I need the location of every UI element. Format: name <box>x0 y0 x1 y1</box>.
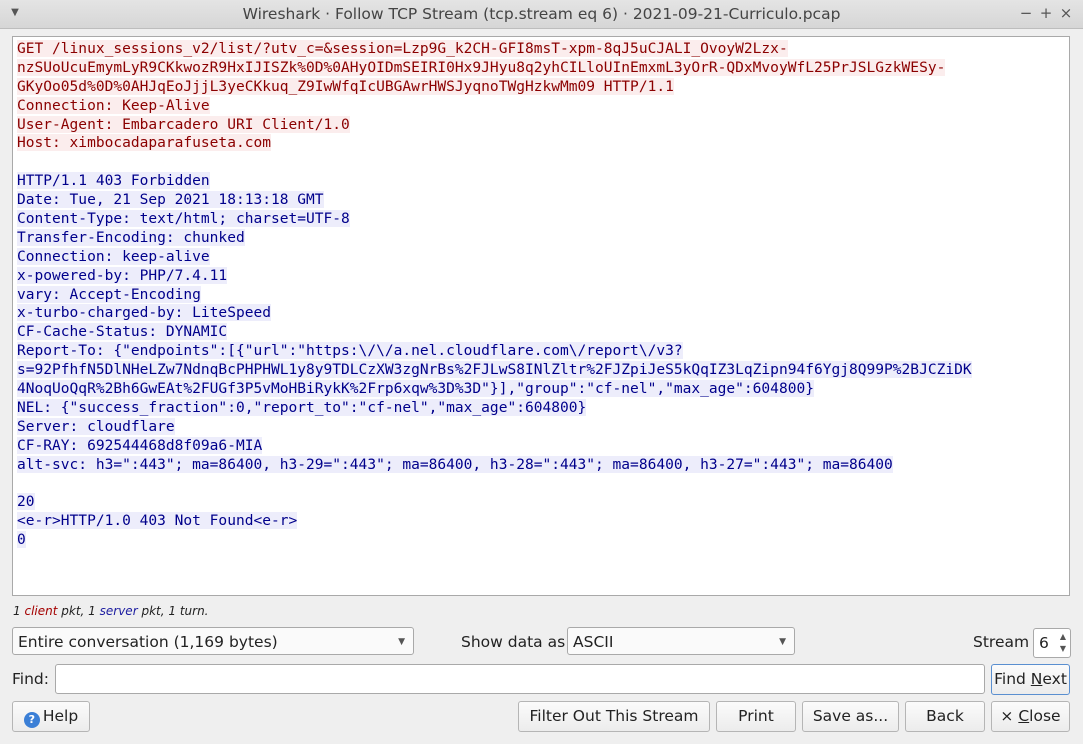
stream-number-value: 6 <box>1039 634 1049 652</box>
minimize-icon[interactable]: − <box>1018 4 1034 22</box>
stream-line-server: 4NoqUoQqR%2Bh6GwEAt%2FUGf3P5vMoHBiRykK%2… <box>17 380 972 399</box>
stream-line-client: nzSUoUcuEmymLyR9CKkwozR9HxIJISZk%0D%0AHy… <box>17 58 972 78</box>
help-icon: ? <box>23 712 40 728</box>
stream-line-text: x-powered-by: PHP/7.4.11 <box>17 266 228 284</box>
stream-line-client: GKyOo05d%0D%0AHJqEoJjjL3yeCKkuq_Z9IwWfqI… <box>17 77 972 97</box>
stream-line-server: 20 <box>17 493 972 512</box>
stream-line-text: vary: Accept-Encoding <box>17 285 201 303</box>
stream-line-text: GET /linux_sessions_v2/list/?utv_c=&sess… <box>17 40 788 57</box>
stream-line-server: NEL: {"success_fraction":0,"report_to":"… <box>17 398 972 418</box>
stream-line-text: 0 <box>17 531 26 549</box>
stream-line-client: Connection: Keep-Alive <box>17 96 972 116</box>
stream-label: Stream <box>973 633 1030 651</box>
stream-blank-line <box>17 474 972 493</box>
stream-line-server: CF-Cache-Status: DYNAMIC <box>17 323 972 342</box>
stream-line-text: s=92PfhfN5DlNHeLZw7NdnqBcPHPHWL1y8y9TDLC… <box>17 361 972 379</box>
stream-line-text: GKyOo05d%0D%0AHJqEoJjjL3yeCKkuq_Z9IwWfqI… <box>17 77 674 95</box>
close-button[interactable]: × Close <box>991 701 1070 732</box>
show-data-label: Show data as <box>461 633 566 651</box>
stream-line-client: GET /linux_sessions_v2/list/?utv_c=&sess… <box>17 40 972 59</box>
stream-line-client: User-Agent: Embarcadero URI Client/1.0 <box>17 115 972 135</box>
stream-line-server: s=92PfhfN5DlNHeLZw7NdnqBcPHPHWL1y8y9TDLC… <box>17 361 972 380</box>
stream-line-text: Server: cloudflare <box>17 417 175 435</box>
stream-line-text: Host: ximbocadaparafuseta.com <box>17 134 271 152</box>
stream-line-server: <e-r>HTTP/1.0 403 Not Found<e-r> <box>17 512 972 531</box>
stream-line-server: Content-Type: text/html; charset=UTF-8 <box>17 210 972 229</box>
stream-line-text: NEL: {"success_fraction":0,"report_to":"… <box>17 398 587 416</box>
find-input[interactable] <box>55 664 985 694</box>
stream-line-text: 4NoqUoQqR%2Bh6GwEAt%2FUGf3P5vMoHBiRykK%2… <box>17 380 814 398</box>
summary-server-word: server <box>99 604 138 618</box>
stream-line-text: Report-To: {"endpoints":[{"url":"https:\… <box>17 342 683 360</box>
stream-line-server: Server: cloudflare <box>17 417 972 437</box>
stream-line-server: Report-To: {"endpoints":[{"url":"https:\… <box>17 342 972 361</box>
help-button[interactable]: ? Help <box>12 701 90 732</box>
show-data-select[interactable]: ASCII ▼ <box>567 627 795 655</box>
window-title: Wireshark · Follow TCP Stream (tcp.strea… <box>242 5 841 23</box>
stream-line-server: x-turbo-charged-by: LiteSpeed <box>17 304 972 323</box>
maximize-icon[interactable]: + <box>1038 4 1054 22</box>
find-label: Find: <box>12 670 49 688</box>
stream-line-text: Connection: keep-alive <box>17 247 210 265</box>
save-as-button[interactable]: Save as... <box>802 701 899 732</box>
stream-line-text: alt-svc: h3=":443"; ma=86400, h3-29=":44… <box>17 455 893 473</box>
spin-down-icon[interactable]: ▼ <box>1060 644 1066 653</box>
print-button[interactable]: Print <box>716 701 796 732</box>
stream-line-text: Transfer-Encoding: chunked <box>17 228 245 246</box>
stream-line-text: Content-Type: text/html; charset=UTF-8 <box>17 210 350 228</box>
stream-line-text: User-Agent: Embarcadero URI Client/1.0 <box>17 115 350 133</box>
stream-text: GET /linux_sessions_v2/list/?utv_c=&sess… <box>17 40 972 550</box>
close-window-icon[interactable]: × <box>1058 4 1074 22</box>
summary-client-word: client <box>24 604 58 618</box>
stream-content-pane[interactable]: GET /linux_sessions_v2/list/?utv_c=&sess… <box>12 36 1070 596</box>
stream-summary: 1 client pkt, 1 server pkt, 1 turn. <box>13 604 209 618</box>
stream-line-server: Date: Tue, 21 Sep 2021 18:13:18 GMT <box>17 191 972 210</box>
stream-line-text: CF-Cache-Status: DYNAMIC <box>17 323 228 341</box>
show-data-select-value: ASCII <box>573 633 614 651</box>
find-next-button[interactable]: Find Next <box>991 664 1070 695</box>
stream-number-spinbox[interactable]: 6 ▲ ▼ <box>1033 628 1071 658</box>
stream-line-server: HTTP/1.1 403 Forbidden <box>17 172 972 191</box>
conversation-select-value: Entire conversation (1,169 bytes) <box>18 633 278 651</box>
stream-line-server: 0 <box>17 531 972 550</box>
stream-line-server: alt-svc: h3=":443"; ma=86400, h3-29=":44… <box>17 455 972 475</box>
stream-line-text: HTTP/1.1 403 Forbidden <box>17 172 210 190</box>
stream-line-server: vary: Accept-Encoding <box>17 285 972 305</box>
stream-line-server: CF-RAY: 692544468d8f09a6-MIA <box>17 436 972 456</box>
conversation-select[interactable]: Entire conversation (1,169 bytes) ▼ <box>12 627 414 655</box>
stream-line-server: Transfer-Encoding: chunked <box>17 228 972 248</box>
stream-line-text: x-turbo-charged-by: LiteSpeed <box>17 304 271 322</box>
stream-line-server: x-powered-by: PHP/7.4.11 <box>17 266 972 286</box>
stream-line-text: Date: Tue, 21 Sep 2021 18:13:18 GMT <box>17 191 324 209</box>
stream-line-client: Host: ximbocadaparafuseta.com <box>17 134 972 153</box>
stream-line-text: nzSUoUcuEmymLyR9CKkwozR9HxIJISZk%0D%0AHy… <box>17 58 946 76</box>
chevron-down-icon: ▼ <box>398 637 405 647</box>
stream-line-text: 20 <box>17 493 35 511</box>
chevron-down-icon: ▼ <box>779 637 786 647</box>
stream-line-text: <e-r>HTTP/1.0 403 Not Found<e-r> <box>17 512 298 530</box>
stream-blank-line <box>17 153 972 172</box>
stream-line-text: Connection: Keep-Alive <box>17 96 210 114</box>
stream-line-text: CF-RAY: 692544468d8f09a6-MIA <box>17 436 263 454</box>
spin-up-icon[interactable]: ▲ <box>1060 632 1066 641</box>
title-bar: ▼ Wireshark · Follow TCP Stream (tcp.str… <box>0 0 1083 29</box>
filter-out-stream-button[interactable]: Filter Out This Stream <box>518 701 710 732</box>
back-button[interactable]: Back <box>905 701 985 732</box>
stream-line-server: Connection: keep-alive <box>17 247 972 267</box>
